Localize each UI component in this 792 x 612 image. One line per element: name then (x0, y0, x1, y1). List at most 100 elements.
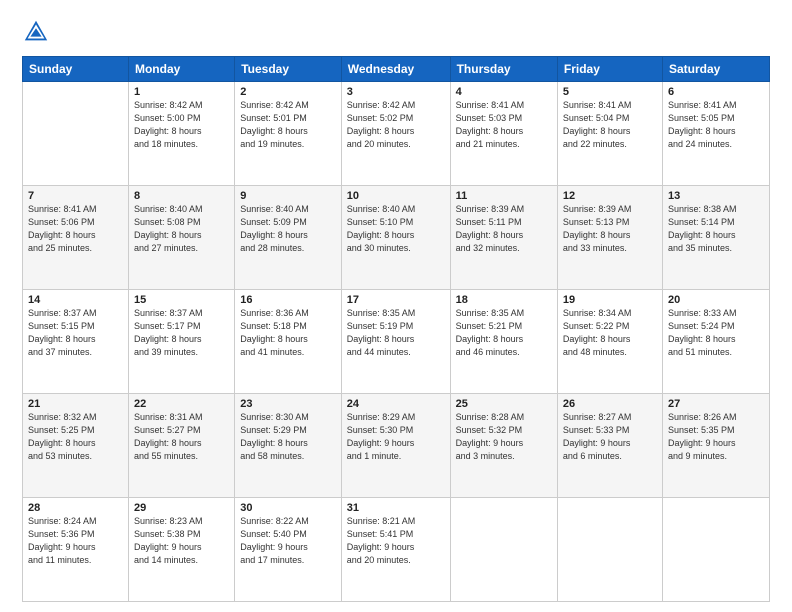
day-number: 30 (240, 502, 336, 514)
day-number: 10 (347, 190, 445, 202)
day-info: Sunrise: 8:40 AMSunset: 5:10 PMDaylight:… (347, 203, 445, 255)
day-cell: 2Sunrise: 8:42 AMSunset: 5:01 PMDaylight… (235, 82, 342, 186)
day-cell: 23Sunrise: 8:30 AMSunset: 5:29 PMDayligh… (235, 394, 342, 498)
calendar-table: SundayMondayTuesdayWednesdayThursdayFrid… (22, 56, 770, 602)
day-number: 12 (563, 190, 657, 202)
day-info: Sunrise: 8:39 AMSunset: 5:13 PMDaylight:… (563, 203, 657, 255)
day-info: Sunrise: 8:37 AMSunset: 5:15 PMDaylight:… (28, 307, 123, 359)
logo (22, 18, 54, 46)
week-row-3: 14Sunrise: 8:37 AMSunset: 5:15 PMDayligh… (23, 290, 770, 394)
day-info: Sunrise: 8:29 AMSunset: 5:30 PMDaylight:… (347, 411, 445, 463)
day-number: 11 (456, 190, 552, 202)
day-cell: 25Sunrise: 8:28 AMSunset: 5:32 PMDayligh… (450, 394, 557, 498)
day-info: Sunrise: 8:21 AMSunset: 5:41 PMDaylight:… (347, 515, 445, 567)
day-cell: 31Sunrise: 8:21 AMSunset: 5:41 PMDayligh… (341, 498, 450, 602)
day-info: Sunrise: 8:30 AMSunset: 5:29 PMDaylight:… (240, 411, 336, 463)
day-info: Sunrise: 8:31 AMSunset: 5:27 PMDaylight:… (134, 411, 229, 463)
day-info: Sunrise: 8:24 AMSunset: 5:36 PMDaylight:… (28, 515, 123, 567)
day-number: 19 (563, 294, 657, 306)
day-cell: 12Sunrise: 8:39 AMSunset: 5:13 PMDayligh… (557, 186, 662, 290)
day-cell: 29Sunrise: 8:23 AMSunset: 5:38 PMDayligh… (128, 498, 234, 602)
day-number: 3 (347, 86, 445, 98)
day-cell: 15Sunrise: 8:37 AMSunset: 5:17 PMDayligh… (128, 290, 234, 394)
day-number: 20 (668, 294, 764, 306)
day-number: 5 (563, 86, 657, 98)
day-info: Sunrise: 8:41 AMSunset: 5:05 PMDaylight:… (668, 99, 764, 151)
day-number: 25 (456, 398, 552, 410)
day-number: 22 (134, 398, 229, 410)
day-number: 24 (347, 398, 445, 410)
column-header-tuesday: Tuesday (235, 57, 342, 82)
day-info: Sunrise: 8:26 AMSunset: 5:35 PMDaylight:… (668, 411, 764, 463)
day-info: Sunrise: 8:40 AMSunset: 5:09 PMDaylight:… (240, 203, 336, 255)
day-number: 18 (456, 294, 552, 306)
day-info: Sunrise: 8:32 AMSunset: 5:25 PMDaylight:… (28, 411, 123, 463)
day-cell: 18Sunrise: 8:35 AMSunset: 5:21 PMDayligh… (450, 290, 557, 394)
day-number: 21 (28, 398, 123, 410)
day-number: 13 (668, 190, 764, 202)
column-header-sunday: Sunday (23, 57, 129, 82)
day-cell: 16Sunrise: 8:36 AMSunset: 5:18 PMDayligh… (235, 290, 342, 394)
day-cell: 22Sunrise: 8:31 AMSunset: 5:27 PMDayligh… (128, 394, 234, 498)
day-info: Sunrise: 8:38 AMSunset: 5:14 PMDaylight:… (668, 203, 764, 255)
day-info: Sunrise: 8:22 AMSunset: 5:40 PMDaylight:… (240, 515, 336, 567)
day-cell: 21Sunrise: 8:32 AMSunset: 5:25 PMDayligh… (23, 394, 129, 498)
day-number: 29 (134, 502, 229, 514)
day-cell (450, 498, 557, 602)
day-info: Sunrise: 8:40 AMSunset: 5:08 PMDaylight:… (134, 203, 229, 255)
page: SundayMondayTuesdayWednesdayThursdayFrid… (0, 0, 792, 612)
day-info: Sunrise: 8:23 AMSunset: 5:38 PMDaylight:… (134, 515, 229, 567)
day-cell: 26Sunrise: 8:27 AMSunset: 5:33 PMDayligh… (557, 394, 662, 498)
day-cell: 11Sunrise: 8:39 AMSunset: 5:11 PMDayligh… (450, 186, 557, 290)
day-info: Sunrise: 8:27 AMSunset: 5:33 PMDaylight:… (563, 411, 657, 463)
day-number: 8 (134, 190, 229, 202)
day-number: 27 (668, 398, 764, 410)
header (22, 18, 770, 46)
day-cell: 17Sunrise: 8:35 AMSunset: 5:19 PMDayligh… (341, 290, 450, 394)
day-number: 4 (456, 86, 552, 98)
day-info: Sunrise: 8:41 AMSunset: 5:03 PMDaylight:… (456, 99, 552, 151)
column-header-saturday: Saturday (662, 57, 769, 82)
day-number: 28 (28, 502, 123, 514)
day-cell: 10Sunrise: 8:40 AMSunset: 5:10 PMDayligh… (341, 186, 450, 290)
day-info: Sunrise: 8:35 AMSunset: 5:19 PMDaylight:… (347, 307, 445, 359)
day-info: Sunrise: 8:36 AMSunset: 5:18 PMDaylight:… (240, 307, 336, 359)
day-number: 16 (240, 294, 336, 306)
day-cell: 6Sunrise: 8:41 AMSunset: 5:05 PMDaylight… (662, 82, 769, 186)
day-number: 9 (240, 190, 336, 202)
day-info: Sunrise: 8:41 AMSunset: 5:06 PMDaylight:… (28, 203, 123, 255)
logo-icon (22, 18, 50, 46)
day-number: 14 (28, 294, 123, 306)
day-cell: 28Sunrise: 8:24 AMSunset: 5:36 PMDayligh… (23, 498, 129, 602)
day-cell: 3Sunrise: 8:42 AMSunset: 5:02 PMDaylight… (341, 82, 450, 186)
day-info: Sunrise: 8:42 AMSunset: 5:02 PMDaylight:… (347, 99, 445, 151)
day-number: 2 (240, 86, 336, 98)
day-info: Sunrise: 8:37 AMSunset: 5:17 PMDaylight:… (134, 307, 229, 359)
day-cell: 14Sunrise: 8:37 AMSunset: 5:15 PMDayligh… (23, 290, 129, 394)
day-info: Sunrise: 8:35 AMSunset: 5:21 PMDaylight:… (456, 307, 552, 359)
day-cell: 9Sunrise: 8:40 AMSunset: 5:09 PMDaylight… (235, 186, 342, 290)
week-row-2: 7Sunrise: 8:41 AMSunset: 5:06 PMDaylight… (23, 186, 770, 290)
day-cell: 19Sunrise: 8:34 AMSunset: 5:22 PMDayligh… (557, 290, 662, 394)
day-cell: 27Sunrise: 8:26 AMSunset: 5:35 PMDayligh… (662, 394, 769, 498)
day-number: 17 (347, 294, 445, 306)
day-number: 23 (240, 398, 336, 410)
day-cell: 1Sunrise: 8:42 AMSunset: 5:00 PMDaylight… (128, 82, 234, 186)
day-cell: 24Sunrise: 8:29 AMSunset: 5:30 PMDayligh… (341, 394, 450, 498)
day-cell: 13Sunrise: 8:38 AMSunset: 5:14 PMDayligh… (662, 186, 769, 290)
day-cell: 4Sunrise: 8:41 AMSunset: 5:03 PMDaylight… (450, 82, 557, 186)
day-cell: 7Sunrise: 8:41 AMSunset: 5:06 PMDaylight… (23, 186, 129, 290)
day-info: Sunrise: 8:39 AMSunset: 5:11 PMDaylight:… (456, 203, 552, 255)
column-header-friday: Friday (557, 57, 662, 82)
day-info: Sunrise: 8:41 AMSunset: 5:04 PMDaylight:… (563, 99, 657, 151)
day-cell (23, 82, 129, 186)
day-info: Sunrise: 8:33 AMSunset: 5:24 PMDaylight:… (668, 307, 764, 359)
day-number: 6 (668, 86, 764, 98)
day-cell: 30Sunrise: 8:22 AMSunset: 5:40 PMDayligh… (235, 498, 342, 602)
header-row: SundayMondayTuesdayWednesdayThursdayFrid… (23, 57, 770, 82)
day-number: 7 (28, 190, 123, 202)
day-number: 1 (134, 86, 229, 98)
column-header-wednesday: Wednesday (341, 57, 450, 82)
day-cell (557, 498, 662, 602)
day-cell: 20Sunrise: 8:33 AMSunset: 5:24 PMDayligh… (662, 290, 769, 394)
